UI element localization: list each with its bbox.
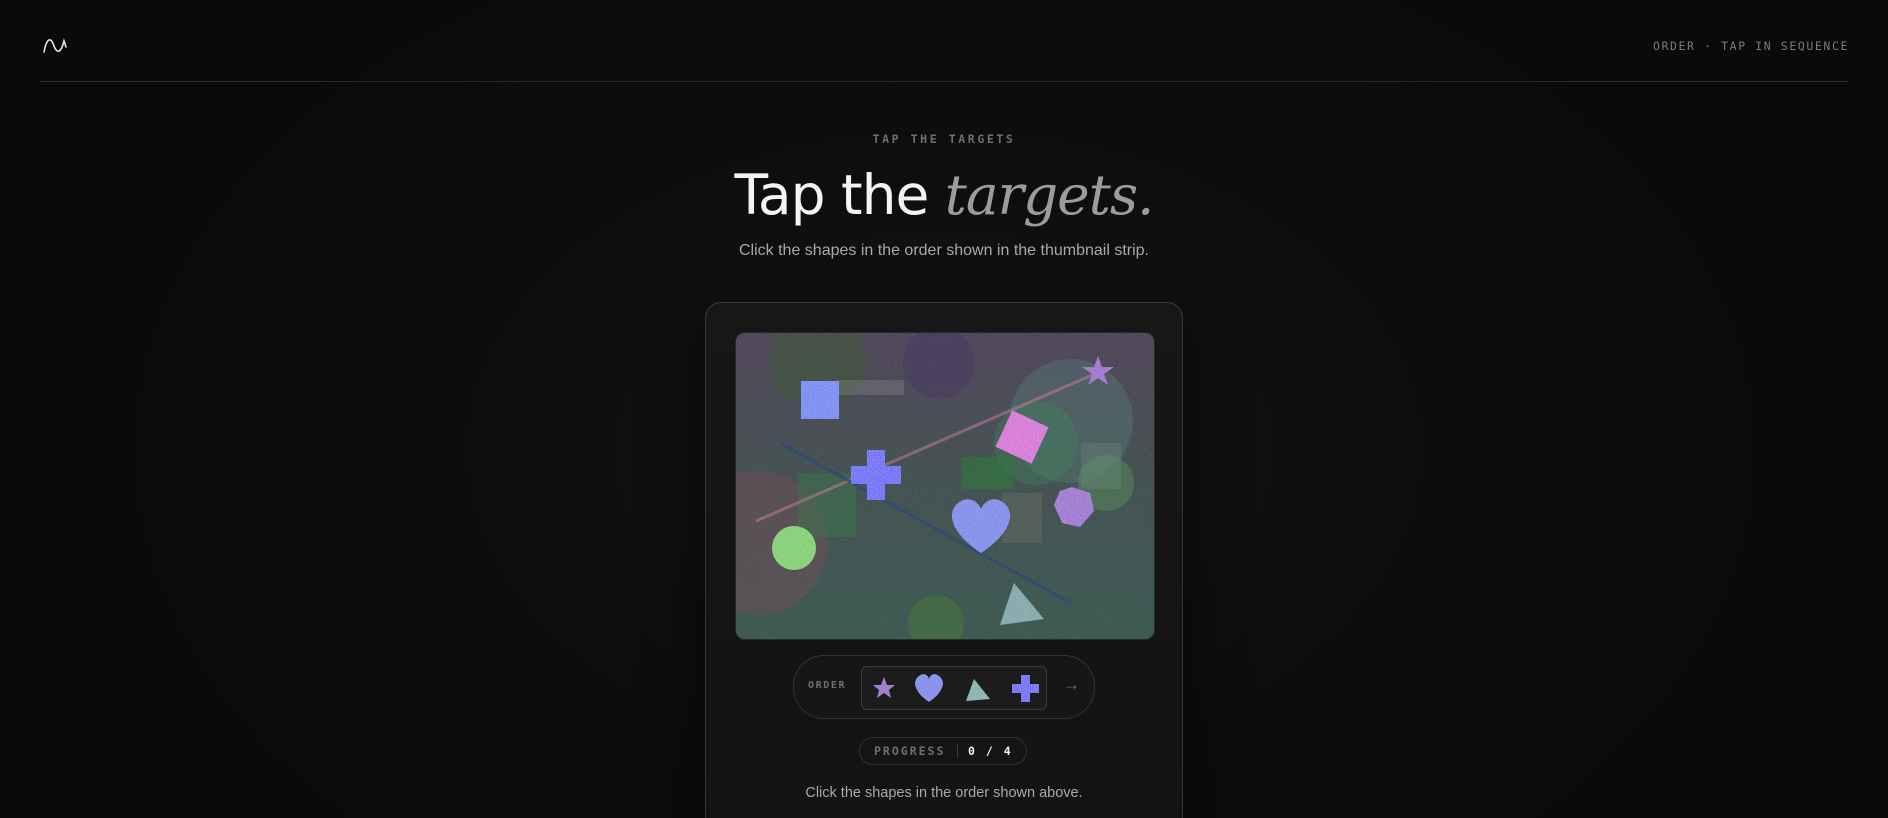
target-square[interactable] — [801, 381, 839, 419]
game-canvas-svg[interactable] — [736, 333, 1154, 639]
title-accent: targets. — [944, 163, 1155, 227]
title-main: Tap the — [734, 163, 945, 227]
heart-icon — [915, 674, 943, 702]
order-thumbnails — [861, 666, 1047, 710]
triangle-icon — [966, 679, 990, 701]
game-canvas[interactable] — [735, 332, 1155, 640]
order-label: ORDER — [808, 680, 847, 691]
game-card: ORDER → PROGRESS 0 / 4 Click the shapes … — [705, 302, 1183, 818]
decor-blob — [962, 457, 1014, 489]
star-icon — [873, 677, 895, 698]
decor-blob — [1081, 443, 1121, 489]
eyebrow-label: TAP THE TARGETS — [872, 132, 1016, 146]
progress-label: PROGRESS — [874, 744, 946, 758]
progress-count: 0 / 4 — [968, 744, 1013, 758]
order-strip: ORDER → — [793, 655, 1095, 719]
cross-icon — [1012, 675, 1039, 702]
progress-divider — [957, 744, 958, 758]
page: ORDER · TAP IN SEQUENCE TAP THE TARGETS … — [0, 0, 1888, 818]
header: ORDER · TAP IN SEQUENCE — [39, 0, 1849, 82]
instructions-text: Click the shapes in the order shown abov… — [805, 785, 1083, 801]
page-title: Tap the targets. — [0, 160, 1888, 230]
header-mode-label: ORDER · TAP IN SEQUENCE — [1652, 39, 1849, 53]
decor-bar — [836, 380, 904, 395]
target-circle[interactable] — [772, 526, 816, 570]
progress-indicator: PROGRESS 0 / 4 — [859, 737, 1027, 765]
wave-logo-icon[interactable] — [42, 35, 68, 55]
next-arrow-icon[interactable]: → — [1063, 675, 1080, 695]
page-subtitle: Click the shapes in the order shown in t… — [739, 242, 1149, 259]
